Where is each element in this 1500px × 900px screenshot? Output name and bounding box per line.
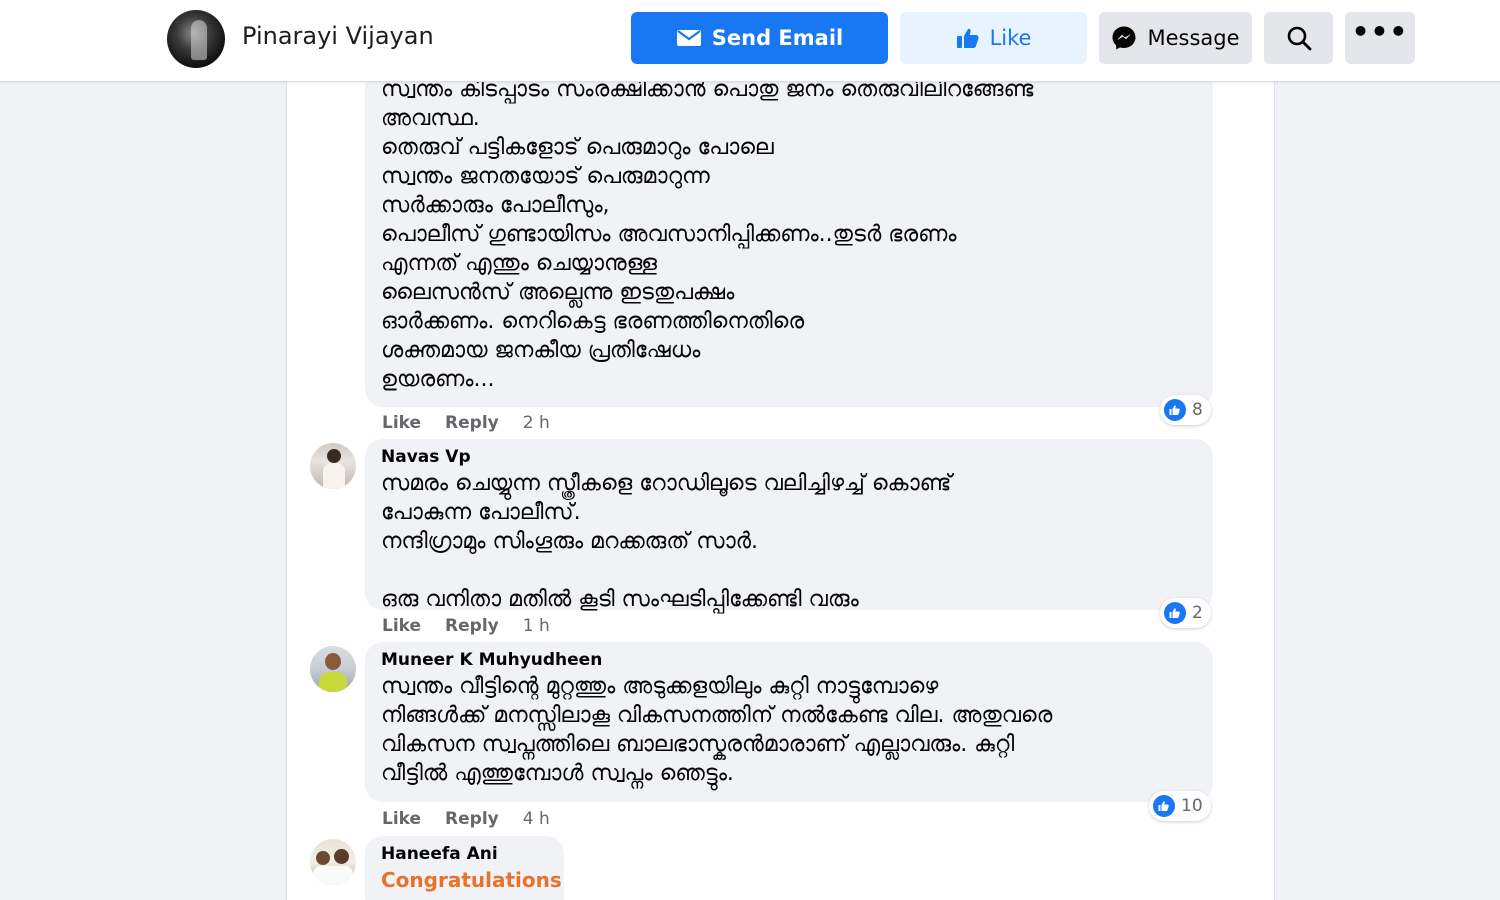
avatar[interactable] bbox=[310, 443, 356, 489]
comment-text: Congratulations bbox=[381, 868, 562, 892]
message-button[interactable]: Message bbox=[1099, 12, 1252, 64]
comment-time[interactable]: 2 h bbox=[523, 413, 550, 433]
comment-bubble: Navas Vp സമരം ചെയ്യുന്ന സ്ത്രീകളെ റോഡിലൂ… bbox=[365, 439, 1213, 612]
thumbs-up-icon bbox=[956, 28, 979, 48]
reaction-count[interactable]: 10 bbox=[1149, 791, 1211, 821]
like-reaction-icon bbox=[1153, 795, 1175, 817]
reaction-number: 2 bbox=[1192, 603, 1203, 623]
messenger-icon bbox=[1112, 26, 1136, 50]
avatar[interactable] bbox=[310, 839, 356, 885]
comment-like-link[interactable]: Like bbox=[382, 413, 421, 433]
send-email-button[interactable]: Send Email bbox=[631, 12, 888, 64]
comment-like-link[interactable]: Like bbox=[382, 616, 421, 636]
comment-bubble: Haneefa Ani Congratulations bbox=[365, 836, 564, 900]
comment-reply-link[interactable]: Reply bbox=[445, 413, 499, 433]
comment-time[interactable]: 1 h bbox=[523, 616, 550, 636]
message-label: Message bbox=[1147, 26, 1240, 50]
comment-time[interactable]: 4 h bbox=[523, 809, 550, 829]
comment-bubble: സ്വന്തം കിടപ്പാടം സംരക്ഷിക്കാൻ പൊതു ജനം … bbox=[365, 81, 1213, 407]
like-page-label: Like bbox=[989, 26, 1032, 50]
reaction-count[interactable]: 8 bbox=[1160, 395, 1211, 425]
comment-text: സ്വന്തം വീട്ടിന്റെ മുറ്റത്തും അടുക്കളയില… bbox=[381, 674, 1053, 786]
envelope-icon bbox=[676, 30, 701, 46]
comment-bubble: Muneer K Muhyudheen സ്വന്തം വീട്ടിന്റെ മ… bbox=[365, 642, 1213, 802]
comment-reply-link[interactable]: Reply bbox=[445, 616, 499, 636]
search-button[interactable] bbox=[1264, 12, 1333, 64]
reaction-number: 10 bbox=[1181, 796, 1203, 816]
comment-author[interactable]: Haneefa Ani bbox=[381, 844, 548, 864]
more-dots-icon: ••• bbox=[1351, 15, 1409, 48]
comment-reply-link[interactable]: Reply bbox=[445, 809, 499, 829]
comment-actions: Like Reply 2 h bbox=[382, 413, 550, 433]
avatar[interactable] bbox=[310, 646, 356, 692]
comment-author[interactable]: Muneer K Muhyudheen bbox=[381, 650, 1197, 670]
more-options-button[interactable]: ••• bbox=[1345, 12, 1415, 64]
comment-actions: Like Reply 4 h bbox=[382, 809, 550, 829]
comment-actions: Like Reply 1 h bbox=[382, 616, 550, 636]
like-reaction-icon bbox=[1164, 399, 1186, 421]
reaction-count[interactable]: 2 bbox=[1160, 598, 1211, 628]
profile-avatar[interactable] bbox=[167, 10, 225, 68]
like-page-button[interactable]: Like bbox=[900, 12, 1087, 64]
comment-author[interactable]: Navas Vp bbox=[381, 447, 1197, 467]
reaction-number: 8 bbox=[1192, 400, 1203, 420]
comment-text: സമരം ചെയ്യുന്ന സ്ത്രീകളെ റോഡിലൂടെ വലിച്ച… bbox=[381, 471, 952, 612]
comment-text: സ്വന്തം കിടപ്പാടം സംരക്ഷിക്കാൻ പൊതു ജനം … bbox=[381, 81, 1034, 392]
send-email-label: Send Email bbox=[711, 26, 844, 50]
comments-panel: സ്വന്തം കിടപ്പാടം സംരക്ഷിക്കാൻ പൊതു ജനം … bbox=[286, 81, 1275, 900]
page-title[interactable]: Pinarayi Vijayan bbox=[242, 22, 434, 50]
like-reaction-icon bbox=[1164, 602, 1186, 624]
page-header: Pinarayi Vijayan Send Email Like Message… bbox=[0, 0, 1500, 82]
search-icon bbox=[1287, 26, 1311, 51]
comment-like-link[interactable]: Like bbox=[382, 809, 421, 829]
